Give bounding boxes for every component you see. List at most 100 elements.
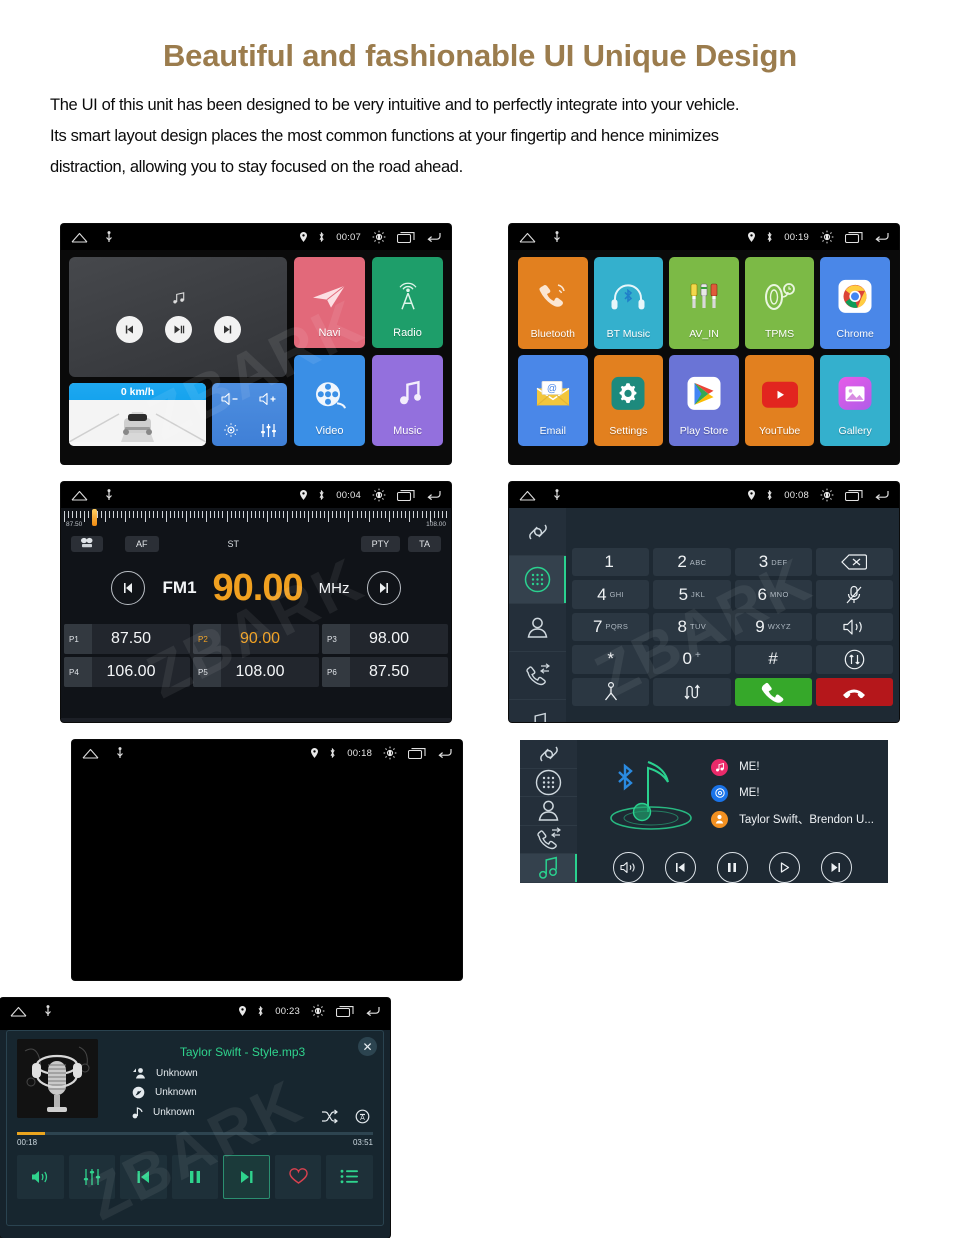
app-youtube[interactable]: YouTube	[744, 354, 815, 446]
brightness-icon[interactable]	[311, 1004, 325, 1018]
sidebar-item-dialpad[interactable]	[520, 769, 578, 798]
recents-icon[interactable]	[397, 489, 415, 501]
screen-dialpad[interactable]: 00:08 ZBARK	[509, 482, 899, 722]
conference-call-icon[interactable]	[572, 677, 650, 706]
usb-icon[interactable]	[553, 231, 561, 243]
app-av-in[interactable]: AV_IN	[669, 257, 739, 349]
recents-icon[interactable]	[336, 1005, 354, 1017]
key-4[interactable]: 4 GHI	[572, 580, 650, 609]
speaker-icon[interactable]	[815, 612, 893, 642]
dialed-number-field[interactable]	[572, 514, 893, 548]
key-3[interactable]: 3 DEF	[734, 548, 812, 577]
preset-p4[interactable]: P4 106.00	[64, 657, 190, 687]
next-track-icon[interactable]	[213, 316, 241, 343]
sidebar-item-call-history[interactable]	[509, 652, 566, 700]
key-1[interactable]: 1	[572, 548, 650, 577]
previous-track-icon[interactable]	[115, 316, 143, 343]
swap-call-icon[interactable]	[653, 677, 731, 706]
play-pause-icon[interactable]	[164, 316, 192, 343]
recents-icon[interactable]	[845, 489, 863, 501]
usb-icon[interactable]	[105, 489, 113, 501]
home-icon[interactable]	[519, 490, 536, 501]
af-button[interactable]: AF	[125, 536, 159, 552]
previous-track-icon[interactable]	[120, 1154, 167, 1199]
preset-p6[interactable]: P6 87.50	[322, 657, 448, 687]
home-icon[interactable]	[82, 748, 99, 759]
repeat-all-icon[interactable]: A	[354, 1109, 371, 1124]
hangup-button[interactable]	[815, 677, 893, 706]
key-5[interactable]: 5 JKL	[653, 580, 731, 609]
app-bt-music[interactable]: BT Music	[593, 257, 664, 349]
sidebar-item-call-history[interactable]	[520, 826, 578, 855]
ta-button[interactable]: TA	[408, 536, 441, 552]
previous-track-icon[interactable]	[664, 852, 696, 883]
volume-down-icon[interactable]	[221, 392, 240, 406]
tile-radio[interactable]: Radio	[372, 257, 443, 348]
app-chrome[interactable]: Chrome	[820, 257, 890, 349]
audio-transfer-icon[interactable]	[815, 645, 893, 674]
app-tpms[interactable]: TPMS	[744, 257, 815, 349]
pause-icon[interactable]	[171, 1154, 219, 1199]
brightness-icon[interactable]	[372, 230, 386, 244]
next-track-icon[interactable]	[223, 1154, 270, 1199]
brightness-icon[interactable]	[383, 746, 397, 760]
call-button[interactable]	[734, 677, 812, 706]
loc-button[interactable]	[71, 536, 103, 552]
speed-widget[interactable]: 0 km/h	[69, 383, 206, 446]
back-arrow-icon[interactable]	[874, 232, 889, 243]
app-gallery[interactable]: Gallery	[820, 354, 890, 446]
sidebar-item-bluetooth-link[interactable]	[520, 740, 578, 769]
brightness-icon[interactable]	[820, 488, 834, 502]
play-icon[interactable]	[768, 852, 800, 883]
progress-bar[interactable]	[17, 1132, 373, 1135]
back-arrow-icon[interactable]	[426, 232, 441, 243]
app-email[interactable]: @ Email	[518, 354, 588, 446]
equalizer-icon[interactable]	[68, 1154, 116, 1199]
key-2[interactable]: 2 ABC	[653, 548, 731, 577]
shuffle-icon[interactable]	[321, 1109, 338, 1124]
preset-p5[interactable]: P5 108.00	[193, 657, 319, 687]
preset-p3[interactable]: P3 98.00	[322, 624, 448, 654]
key-star[interactable]: *	[572, 645, 650, 674]
back-arrow-icon[interactable]	[437, 748, 452, 759]
key-6[interactable]: 6 MNO	[734, 580, 812, 609]
screen-apps[interactable]: 00:19 Bluetooth BT Music AV_IN TPMS Chro…	[509, 224, 899, 464]
key-8[interactable]: 8 TUV	[653, 612, 731, 642]
quick-controls[interactable]	[212, 383, 287, 446]
screen-bt-music[interactable]: 00:18	[72, 740, 463, 980]
sidebar-item-music[interactable]	[520, 854, 578, 883]
brightness-icon[interactable]	[372, 488, 386, 502]
progress-area[interactable]: 00:18 03:51	[17, 1132, 373, 1147]
volume-up-icon[interactable]	[259, 392, 278, 406]
home-icon[interactable]	[519, 232, 536, 243]
back-arrow-icon[interactable]	[365, 1006, 380, 1017]
backspace-icon[interactable]	[815, 548, 893, 577]
key-hash[interactable]: #	[734, 645, 812, 674]
usb-icon[interactable]	[44, 1005, 52, 1017]
recents-icon[interactable]	[408, 747, 426, 759]
brightness-icon[interactable]	[820, 230, 834, 244]
back-arrow-icon[interactable]	[874, 490, 889, 501]
mute-microphone-icon[interactable]	[815, 580, 893, 609]
key-9[interactable]: 9 WXYZ	[734, 612, 812, 642]
sidebar-item-contacts[interactable]	[509, 604, 566, 652]
volume-icon[interactable]	[17, 1154, 64, 1199]
usb-icon[interactable]	[553, 489, 561, 501]
home-icon[interactable]	[10, 1006, 27, 1017]
media-player-widget[interactable]	[69, 257, 287, 377]
key-0[interactable]: 0 +	[653, 645, 731, 674]
app-play-store[interactable]: Play Store	[669, 354, 739, 446]
brightness-icon[interactable]	[223, 422, 239, 438]
frequency-cursor[interactable]	[92, 509, 97, 526]
usb-icon[interactable]	[116, 747, 124, 759]
home-icon[interactable]	[71, 490, 88, 501]
tile-music[interactable]: Music	[372, 355, 443, 446]
equalizer-icon[interactable]	[260, 423, 277, 438]
sidebar-item-contacts[interactable]	[520, 797, 578, 826]
sidebar-item-music[interactable]	[509, 700, 566, 722]
screen-media-player[interactable]: 00:23 ZBARK ✕	[0, 998, 390, 1238]
seek-up-button[interactable]	[367, 571, 402, 605]
preset-p2[interactable]: P2 90.00	[193, 624, 319, 654]
app-settings[interactable]: Settings	[593, 354, 664, 446]
key-7[interactable]: 7 PQRS	[572, 612, 650, 642]
